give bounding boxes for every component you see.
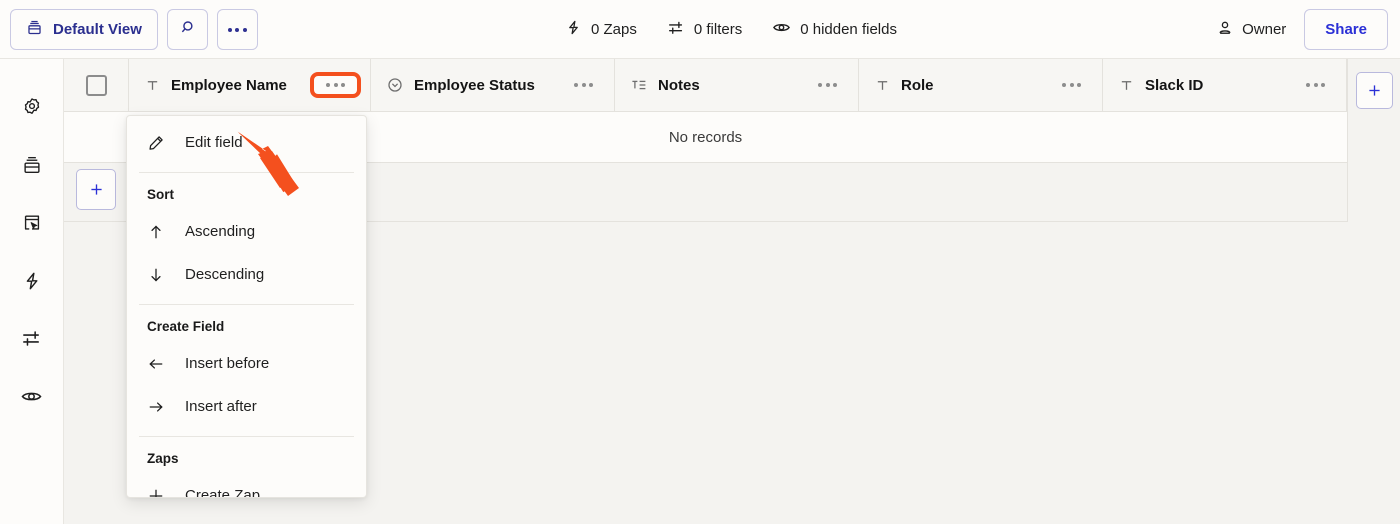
column-header-employee-name[interactable]: Employee Name [129,59,371,111]
search-button[interactable] [166,9,208,50]
column-header-slack-id[interactable]: Slack ID [1103,59,1347,111]
plus-icon [90,184,102,195]
column-header-label: Notes [658,76,700,94]
sidebar-item-filters[interactable] [16,325,48,357]
text-field-icon [875,78,890,93]
filters-stat-label: 0 filters [693,21,743,38]
menu-item-label: Create Zap [185,487,261,498]
ellipsis-icon [574,83,593,87]
filters-icon [20,327,43,355]
menu-divider [139,172,354,173]
text-field-icon [145,78,160,93]
arrow-left-icon [147,355,165,373]
column-menu-button-notes[interactable] [810,77,845,93]
column-header-notes[interactable]: Notes [615,59,859,111]
no-records-message: No records [668,128,743,146]
menu-item-label: Descending [185,266,265,283]
toolbar-left-group: Default View [10,9,258,50]
filters-icon [667,19,685,41]
field-context-menu: Edit field Sort Ascending Descending Cre… [126,115,367,498]
menu-item-edit-field[interactable]: Edit field [127,121,366,164]
menu-item-label: Ascending [185,223,256,240]
sidebar-item-zaps[interactable] [16,267,48,299]
zaps-stat[interactable]: 0 Zaps [565,19,637,40]
sidebar-item-settings[interactable] [16,93,48,125]
table-view-icon [21,154,43,181]
column-header-role[interactable]: Role [859,59,1103,111]
add-row-button[interactable] [76,169,116,210]
select-all-cell[interactable] [64,59,129,111]
menu-item-insert-after[interactable]: Insert after [127,385,366,428]
owner-label: Owner [1242,21,1287,38]
plus-icon [1369,85,1380,96]
select-all-checkbox[interactable] [85,74,107,96]
ellipsis-icon [227,27,247,32]
default-view-label: Default View [53,21,142,38]
default-view-button[interactable]: Default View [10,9,158,50]
owner-indicator[interactable]: Owner [1216,19,1286,41]
grid-right-border [1347,59,1348,222]
column-header-label: Role [901,76,934,94]
ellipsis-icon [1306,83,1325,87]
sidebar-item-hidden-fields[interactable] [16,383,48,415]
left-sidebar-rail [0,59,64,524]
person-icon [1216,19,1234,41]
text-field-icon [1119,78,1134,93]
lightning-icon [565,19,582,40]
eye-icon [772,18,791,41]
filters-stat[interactable]: 0 filters [667,19,742,41]
column-menu-button-employee-status[interactable] [566,77,601,93]
menu-item-label: Insert before [185,355,270,372]
pencil-icon [147,134,165,152]
share-button[interactable]: Share [1304,9,1388,50]
hidden-fields-stat-label: 0 hidden fields [800,21,897,38]
search-icon [178,18,197,42]
column-header-label: Employee Status [414,76,535,94]
sidebar-item-interfaces[interactable] [16,209,48,241]
toolbar-more-button[interactable] [216,9,258,50]
menu-item-label: Insert after [185,398,257,415]
menu-divider [139,436,354,437]
toolbar-stats-group: 0 Zaps 0 filters 0 hidden fields [565,18,897,41]
menu-item-label: Edit field [185,134,243,151]
interface-icon [21,212,43,239]
grid-header-row: Employee Name Employee Status Notes Role… [64,59,1347,112]
column-menu-button-employee-name[interactable] [310,72,361,98]
gear-icon [21,96,43,123]
ellipsis-icon [818,83,837,87]
menu-item-create-zap[interactable]: Create Zap [127,474,366,498]
menu-section-sort: Sort [147,187,174,202]
menu-section-zaps: Zaps [147,451,179,466]
lightning-icon [21,270,43,297]
column-header-employee-status[interactable]: Employee Status [371,59,615,111]
dropdown-field-icon [387,77,403,93]
sidebar-item-views[interactable] [16,151,48,183]
menu-section-create-field: Create Field [147,319,225,334]
ellipsis-icon [1062,83,1081,87]
table-view-icon [26,19,43,40]
long-text-field-icon [631,77,647,93]
share-button-label: Share [1325,21,1367,38]
top-toolbar: Default View 0 Zaps 0 filters 0 hidden f… [0,0,1400,59]
hidden-fields-stat[interactable]: 0 hidden fields [772,18,897,41]
zaps-stat-label: 0 Zaps [591,21,637,38]
column-menu-button-role[interactable] [1054,77,1089,93]
menu-item-sort-descending[interactable]: Descending [127,253,366,296]
column-menu-button-slack-id[interactable] [1298,77,1333,93]
menu-item-sort-ascending[interactable]: Ascending [127,210,366,253]
toolbar-right-group: Owner Share [1216,9,1388,50]
arrow-up-icon [147,223,165,241]
add-column-button[interactable] [1356,72,1393,109]
ellipsis-icon [326,83,345,87]
plus-icon [147,487,165,497]
menu-item-insert-before[interactable]: Insert before [127,342,366,385]
column-header-label: Employee Name [171,76,287,94]
menu-divider [139,304,354,305]
eye-icon [20,385,43,413]
column-header-label: Slack ID [1145,76,1204,94]
arrow-down-icon [147,266,165,284]
arrow-right-icon [147,398,165,416]
